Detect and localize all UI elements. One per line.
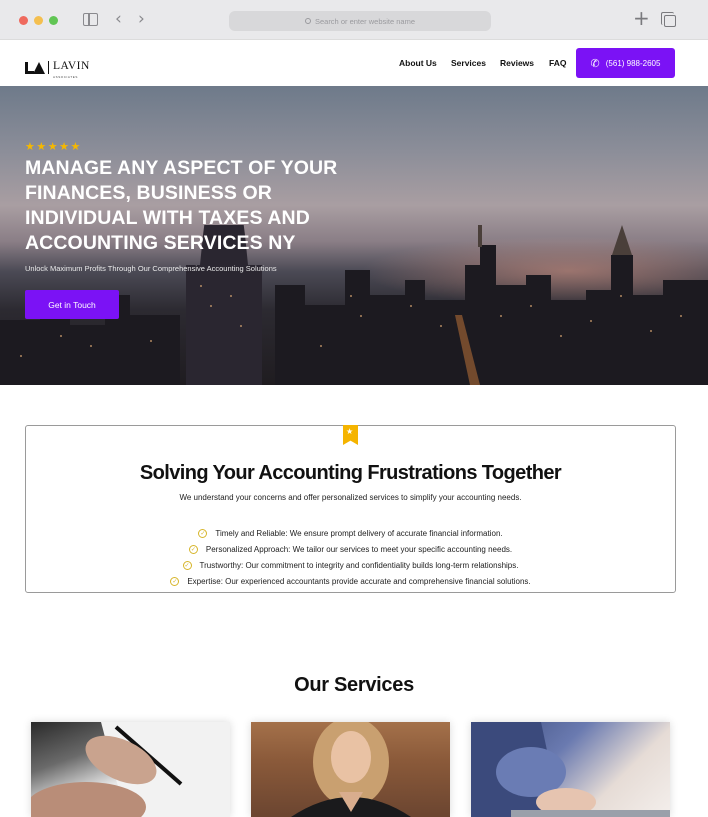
maximize-window-button[interactable] [49,16,58,25]
back-arrow-icon[interactable]: ‹ [115,9,122,29]
minimize-window-button[interactable] [34,16,43,25]
feature-text: Personalized Approach: We tailor our ser… [205,545,513,554]
hero-subtitle: Unlock Maximum Profits Through Our Compr… [25,264,277,273]
nav-services[interactable]: Services [451,58,486,68]
frustrations-subtitle: We understand your concerns and offer pe… [179,493,522,502]
forward-arrow-icon[interactable]: › [138,9,145,29]
feature-text: Expertise: Our experienced accountants p… [187,577,531,586]
feature-item: ✓ Expertise: Our experienced accountants … [26,577,675,587]
service-card-image-advisor[interactable] [251,722,450,817]
check-circle-icon: ✓ [170,577,180,587]
service-card-image-laptop[interactable] [471,722,670,817]
logo-mark-icon [25,61,45,74]
frustrations-title: Solving Your Accounting Frustrations Tog… [139,462,562,484]
feature-text: Trustworthy: Our commitment to integrity… [199,561,519,570]
service-card-image-writing[interactable] [31,722,230,817]
hero-title: Manage any aspect of your finances, busi… [25,157,338,254]
phone-call-button[interactable]: ✆ (561) 988-2605 [576,48,675,78]
nav-about-us[interactable]: About Us [399,58,437,68]
get-in-touch-button[interactable]: Get in Touch [25,290,119,319]
phone-icon: ✆ [590,56,600,70]
hand-writing-image [31,722,230,817]
new-tab-icon[interactable]: + [633,8,650,28]
logo-subtext: ASSOCIATES [53,75,78,79]
woman-portrait-image [291,722,411,817]
laptop-typing-image [471,722,670,817]
nav-faq[interactable]: FAQ [549,58,566,68]
nav-reviews[interactable]: Reviews [500,58,534,68]
close-window-button[interactable] [19,16,28,25]
hero-section: ★★★★★ Manage any aspect of your finances… [0,86,708,385]
tab-overview-icon[interactable] [661,12,676,27]
frustrations-card: ★ Solving Your Accounting Frustrations T… [25,425,676,593]
check-circle-icon: ✓ [198,529,208,539]
check-circle-icon: ✓ [182,561,192,571]
feature-text: Timely and Reliable: We ensure prompt de… [215,529,503,538]
address-bar-placeholder: Search or enter website name [314,16,416,26]
feature-item: ✓ Personalized Approach: We tailor our se… [26,545,675,555]
services-title: Our Services [294,674,414,696]
site-header: LAVIN ASSOCIATES About Us Services Revie… [0,40,708,86]
site-logo[interactable]: LAVIN ASSOCIATES [25,56,90,79]
logo-divider [48,61,49,74]
bookmark-star-icon: ★ [343,425,358,445]
phone-number: (561) 988-2605 [605,58,661,68]
search-icon [304,18,311,24]
logo-text: LAVIN [53,60,90,72]
check-circle-icon: ✓ [188,545,198,555]
address-bar[interactable]: Search or enter website name [229,11,491,31]
rating-stars: ★★★★★ [25,140,82,153]
feature-item: ✓ Timely and Reliable: We ensure prompt d… [26,529,675,539]
sidebar-toggle-icon[interactable] [83,13,98,26]
feature-item: ✓ Trustworthy: Our commitment to integrit… [26,561,675,571]
browser-toolbar: ‹ › Search or enter website name + [0,0,708,40]
